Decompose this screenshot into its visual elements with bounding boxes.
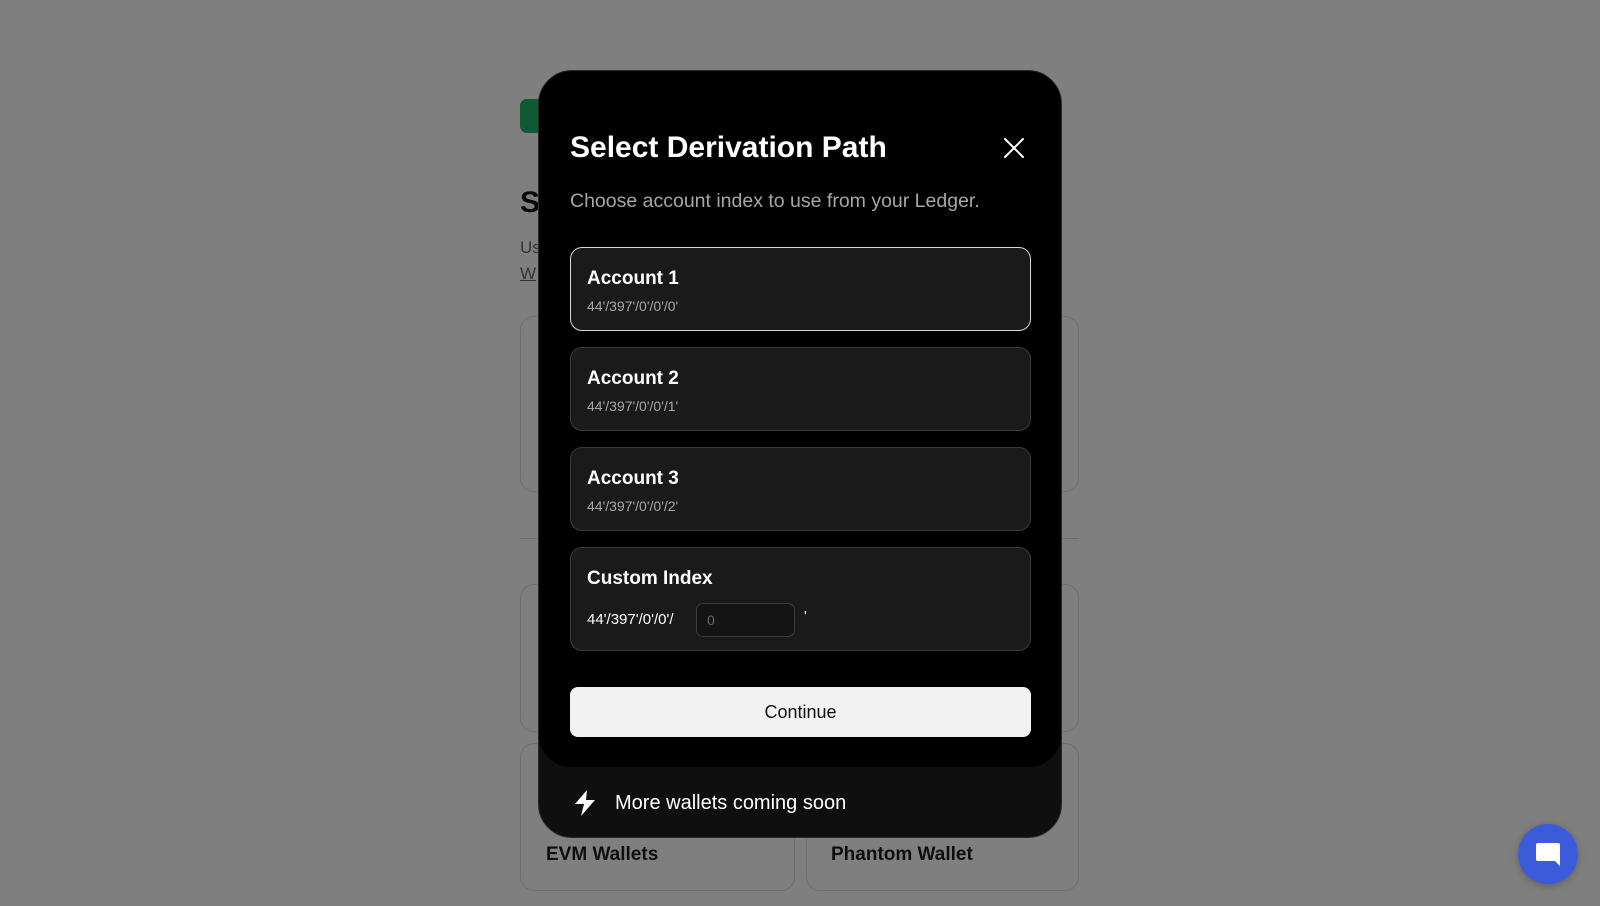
lightning-bolt-icon	[575, 790, 595, 816]
account-name: Account 1	[587, 268, 679, 289]
custom-index-title: Custom Index	[587, 568, 713, 589]
chat-launcher-button[interactable]	[1518, 824, 1578, 884]
modal-title: Select Derivation Path	[570, 131, 887, 164]
close-icon	[1004, 138, 1024, 158]
modal-content: Select Derivation Path Choose account in…	[539, 71, 1061, 767]
account-name: Account 2	[587, 368, 679, 389]
custom-index-input[interactable]	[696, 603, 795, 637]
account-path: 44'/397'/0'/0'/1'	[587, 398, 679, 414]
account-name: Account 3	[587, 468, 679, 489]
modal-description: Choose account index to use from your Le…	[570, 190, 980, 212]
continue-button[interactable]: Continue	[570, 687, 1031, 737]
custom-index-option[interactable]: Custom Index 44'/397'/0'/0'/ '	[570, 547, 1031, 651]
chat-bubble-icon	[1536, 843, 1560, 866]
account-option-1[interactable]: Account 1 44'/397'/0'/0'/0'	[570, 247, 1031, 331]
account-path: 44'/397'/0'/0'/0'	[587, 298, 679, 314]
close-button[interactable]	[999, 133, 1029, 163]
custom-path-prefix: 44'/397'/0'/0'/	[587, 611, 674, 628]
account-option-2[interactable]: Account 2 44'/397'/0'/0'/1'	[570, 347, 1031, 431]
custom-path-suffix: '	[804, 608, 807, 625]
more-wallets-text: More wallets coming soon	[615, 792, 847, 814]
modal-footer: More wallets coming soon	[539, 767, 1061, 837]
account-option-3[interactable]: Account 3 44'/397'/0'/0'/2'	[570, 447, 1031, 531]
account-path: 44'/397'/0'/0'/2'	[587, 498, 679, 514]
derivation-path-modal: Select Derivation Path Choose account in…	[538, 70, 1062, 838]
